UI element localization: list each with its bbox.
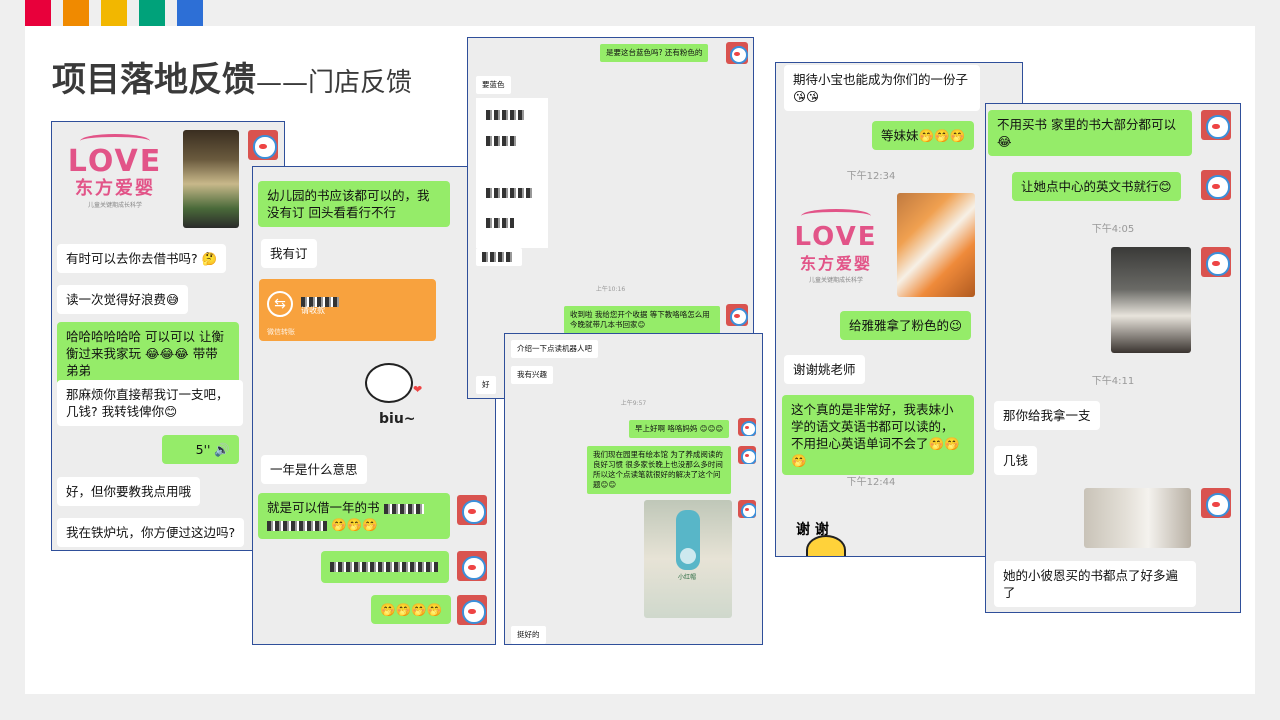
transfer-icon: ⇆ <box>267 291 293 317</box>
avatar <box>726 42 748 64</box>
redacted-image <box>476 98 548 248</box>
chat-message: 有时可以去你去借书吗? 🤔 <box>57 244 227 273</box>
child-car-photo <box>1111 247 1191 353</box>
chat-message: 这个真的是非常好，我表妹小学的语文英语书都可以读的，不用担心英语单词不会了🤭🤭🤭 <box>782 395 974 475</box>
avatar <box>738 500 756 518</box>
title-sub: ——门店反馈 <box>256 68 413 98</box>
stripe-red <box>25 0 51 26</box>
biu-sticker: ❤ biu~ <box>361 357 441 437</box>
timestamp: 下午4:11 <box>1091 376 1135 387</box>
chat-message: 几钱 <box>994 446 1038 475</box>
avatar <box>726 304 748 326</box>
chat-message: 🤭🤭🤭🤭 <box>371 595 452 624</box>
stripe-green <box>139 0 165 26</box>
chat-message: 让她点中心的英文书就行😊 <box>1012 172 1181 201</box>
chat-message: 哈哈哈哈哈哈 可以可以 让衡衡过来我家玩 😂😂😂 带带弟弟 <box>57 322 239 385</box>
children-reading-photo <box>1084 488 1191 548</box>
avatar <box>1201 247 1231 277</box>
chat-screenshot-1: LOVE 东方爱婴 儿童关键期成长科学 有时可以去你去借书吗? 🤔 读一次觉得好… <box>51 121 285 551</box>
chat-message: 读一次觉得好浪费😅 <box>57 285 189 314</box>
avatar <box>738 446 756 464</box>
transfer-status: 请收款 <box>301 306 325 315</box>
play-icon[interactable] <box>680 548 696 564</box>
chat-message: 期待小宝也能成为你们的一份子 😘😘 <box>784 65 980 111</box>
love-logo: LOVE 东方爱婴 儿童关键期成长科学 <box>786 209 886 284</box>
chat-message: 我在铁炉坑，你方便过这边吗? <box>57 518 245 547</box>
chat-message: 早上好啊 咯咯妈妈 😊😊😊 <box>629 420 730 438</box>
love-logo: LOVE 东方爱婴 儿童关键期成长科学 <box>60 134 170 209</box>
chat-message: 我有订 <box>261 239 317 268</box>
chat-message: 那你给我拿一支 <box>994 401 1100 430</box>
chat-message: 一年是什么意思 <box>261 455 367 484</box>
timestamp: 下午12:44 <box>846 477 896 488</box>
avatar <box>457 595 487 625</box>
title-main: 项目落地反馈 <box>52 60 256 100</box>
stripe-blue <box>177 0 203 26</box>
chat-message: 好 <box>476 376 496 394</box>
timestamp: 上午9:57 <box>620 400 647 407</box>
chat-message: 挺好的 <box>511 626 546 644</box>
chat-message: 要蓝色 <box>476 76 511 94</box>
chat-message: 谢谢姚老师 <box>784 355 865 384</box>
book-title: 小红帽 <box>678 574 697 581</box>
chat-message-redacted <box>321 551 449 583</box>
chat-message: 就是可以借一年的书 🤭🤭🤭 <box>258 493 450 539</box>
stripe-orange <box>63 0 89 26</box>
store-photo <box>183 130 239 228</box>
transfer-footer: 微信转账 <box>267 328 295 336</box>
page-title: 项目落地反馈——门店反馈 <box>52 52 412 101</box>
chat-message-redacted <box>476 248 522 266</box>
transfer-card[interactable]: ⇆ 请收款 微信转账 <box>259 279 436 341</box>
chat-screenshot-4: 介绍一下点读机器人吧 我有兴趣 上午9:57 早上好啊 咯咯妈妈 😊😊😊 我们现… <box>504 333 763 645</box>
avatar <box>1201 488 1231 518</box>
chat-message: 等妹妹🤭🤭🤭 <box>872 121 975 150</box>
timestamp: 下午12:34 <box>846 171 896 182</box>
avatar <box>248 130 278 160</box>
stripe-yellow <box>101 0 127 26</box>
chat-message: 我有兴趣 <box>511 366 553 384</box>
product-box-photo <box>897 193 975 297</box>
avatar <box>457 495 487 525</box>
chat-message: 幼儿园的书应该都可以的，我没有订 回头看看行不行 <box>258 181 450 227</box>
chat-message: 我们现在园里有绘本馆 为了养成阅读的良好习惯 很多家长晚上也没那么多时间 所以这… <box>587 446 731 494</box>
chat-message: 收到啦 我给您开个收据 等下教咯咯怎么用 今晚就带几本书回家😊 <box>564 306 720 334</box>
avatar <box>1201 110 1231 140</box>
chat-screenshot-2: 幼儿园的书应该都可以的，我没有订 回头看看行不行 我有订 ⇆ 请收款 微信转账 … <box>252 166 496 645</box>
avatar <box>1201 170 1231 200</box>
timestamp: 上午10:16 <box>595 286 626 293</box>
chat-message: 那麻烦你直接帮我订一支吧，几钱? 我转钱俾你😊 <box>57 380 243 426</box>
voice-message[interactable]: 5'' 🔊 <box>162 435 239 464</box>
chat-message: 不用买书 家里的书大部分都可以😂 <box>988 110 1192 156</box>
chat-message: 她的小彼恩买的书都点了好多遍了 <box>994 561 1196 607</box>
avatar <box>738 418 756 436</box>
thanks-sticker: 谢 谢 <box>796 511 862 556</box>
avatar <box>457 551 487 581</box>
chat-message: 给雅雅拿了粉色的😉 <box>840 311 972 340</box>
chat-message: 介绍一下点读机器人吧 <box>511 340 598 358</box>
chat-message: 是要这台蓝色吗? 还有粉色的 <box>600 44 709 62</box>
chat-screenshot-6: 不用买书 家里的书大部分都可以😂 让她点中心的英文书就行😊 下午4:05 下午4… <box>985 103 1241 613</box>
reading-robot-video[interactable]: 小红帽 <box>644 500 732 618</box>
chat-message: 好，但你要教我点用哦 <box>57 477 201 506</box>
timestamp: 下午4:05 <box>1091 224 1135 235</box>
